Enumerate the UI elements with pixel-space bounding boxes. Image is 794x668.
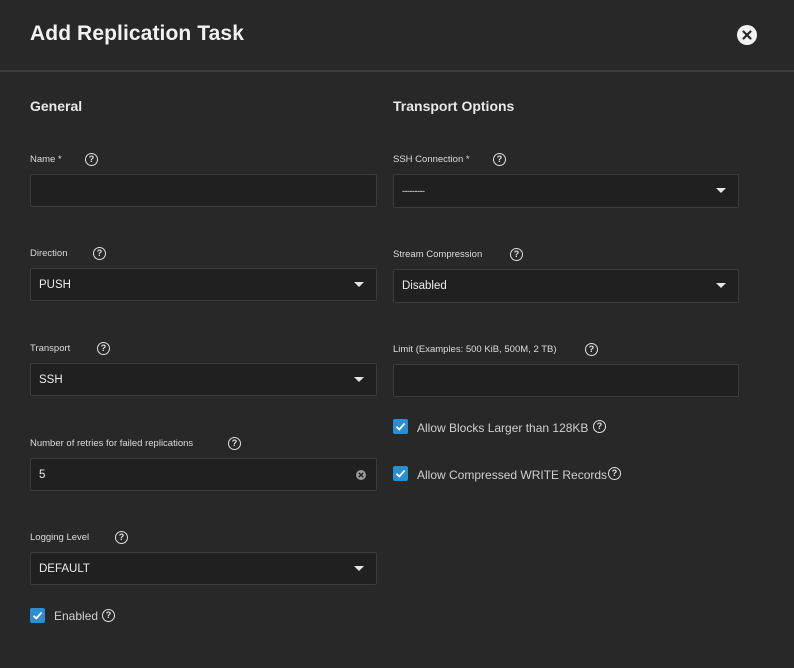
logging-level-select[interactable]: DEFAULT [30,552,377,585]
help-icon[interactable]: ? [510,248,523,261]
general-section-title: General [30,98,83,114]
large-blocks-label: Allow Blocks Larger than 128KB [417,421,589,435]
compressed-write-label: Allow Compressed WRITE Records [417,468,608,482]
limit-input[interactable] [393,364,739,397]
ssh-connection-label: SSH Connection * [393,154,470,165]
stream-compression-label: Stream Compression [393,249,483,260]
help-icon[interactable]: ? [93,247,106,260]
enabled-checkbox[interactable] [30,608,45,623]
help-icon[interactable]: ? [102,609,115,622]
retries-value: 5 [39,468,46,481]
help-icon[interactable]: ? [97,342,110,355]
direction-value: PUSH [39,278,71,291]
transport-select[interactable]: SSH [30,363,377,396]
checkmark-icon [395,469,406,478]
chevron-down-icon [716,188,726,193]
transport-label: Transport [30,343,71,354]
dialog-header: Add Replication Task [0,0,794,72]
help-icon[interactable]: ? [608,467,621,480]
direction-label: Direction [30,248,68,259]
name-input[interactable] [30,174,377,207]
chevron-down-icon [354,281,364,287]
chevron-down-icon [354,565,364,571]
limit-label: Limit (Examples: 500 KiB, 500M, 2 TB) [393,344,557,355]
enabled-label: Enabled [54,609,99,623]
compressed-write-checkbox[interactable] [393,466,408,481]
large-blocks-checkbox[interactable] [393,419,408,434]
direction-select[interactable]: PUSH [30,268,377,301]
ssh-connection-select[interactable]: --------- [393,174,739,208]
stream-compression-select[interactable]: Disabled [393,269,739,303]
help-icon[interactable]: ? [228,437,241,450]
dialog-title: Add Replication Task [30,22,244,45]
transport-value: SSH [39,373,63,386]
ssh-connection-value: --------- [402,186,425,196]
transport-options-section-title: Transport Options [393,98,515,114]
chevron-down-icon [354,376,364,382]
help-icon[interactable]: ? [85,153,98,166]
help-icon[interactable]: ? [585,343,598,356]
name-label: Name * [30,154,62,165]
logging-level-label: Logging Level [30,532,90,543]
logging-level-value: DEFAULT [39,562,90,575]
checkmark-icon [395,422,406,431]
help-icon[interactable]: ? [115,531,128,544]
help-icon[interactable]: ? [593,420,606,433]
checkmark-icon [32,611,43,620]
help-icon[interactable]: ? [493,153,506,166]
retries-input[interactable]: 5 [30,458,377,491]
stream-compression-value: Disabled [402,280,447,292]
clear-icon[interactable] [356,469,366,480]
chevron-down-icon [716,283,726,288]
close-icon[interactable] [737,25,757,45]
retries-label: Number of retries for failed replication… [30,438,194,449]
